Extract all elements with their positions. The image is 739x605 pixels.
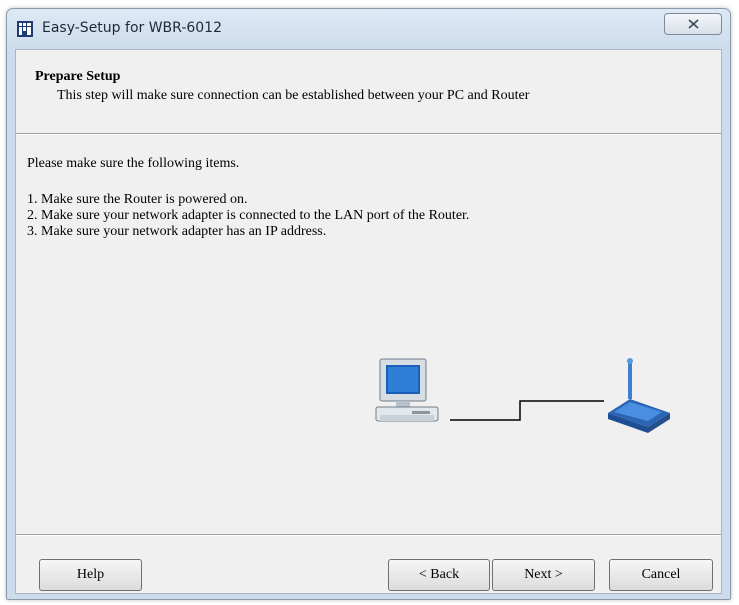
cancel-button[interactable]: Cancel <box>609 559 713 591</box>
computer-icon <box>375 358 439 422</box>
instruction-item: 1. Make sure the Router is powered on. <box>27 192 248 207</box>
help-button[interactable]: Help <box>39 559 142 591</box>
title-bar[interactable]: Easy-Setup for WBR-6012 <box>7 9 730 49</box>
instructions-intro: Please make sure the following items. <box>27 156 240 171</box>
connection-line <box>450 400 604 421</box>
dialog-body: Prepare Setup This step will make sure c… <box>15 49 722 594</box>
instruction-item: 3. Make sure your network adapter has an… <box>27 224 327 239</box>
close-button[interactable] <box>664 13 722 35</box>
instruction-list: 1. Make sure the Router is powered on. 2… <box>27 192 469 240</box>
next-button[interactable]: Next > <box>492 559 595 591</box>
connection-diagram <box>375 358 670 433</box>
setup-window: Easy-Setup for WBR-6012 Prepare Setup Th… <box>6 8 731 600</box>
instruction-item: 2. Make sure your network adapter is con… <box>27 208 470 223</box>
footer-divider <box>16 534 721 536</box>
page-subtitle: This step will make sure connection can … <box>57 88 530 103</box>
app-logo-icon <box>17 21 33 37</box>
close-icon <box>688 19 699 29</box>
header-divider <box>16 133 721 135</box>
page-title: Prepare Setup <box>35 69 121 84</box>
back-button[interactable]: < Back <box>388 559 490 591</box>
router-icon <box>608 358 670 433</box>
window-title: Easy-Setup for WBR-6012 <box>42 20 222 36</box>
